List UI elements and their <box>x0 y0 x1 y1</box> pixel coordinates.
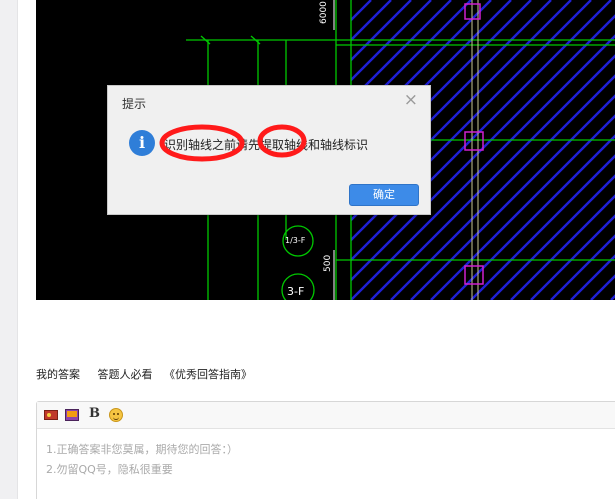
dimension-label-6000: 6000 <box>319 1 329 24</box>
info-icon: i <box>129 130 155 156</box>
dialog-title: 提示 <box>122 97 147 111</box>
answer-editor[interactable]: B 1.正确答案非您莫属，期待您的回答：） 2.勿留QQ号，隐私很重要 <box>36 401 615 499</box>
axis-label-3-f: 3-F <box>287 285 305 298</box>
placeholder-line-1: 1.正确答案非您莫属，期待您的回答：） <box>46 443 238 456</box>
editor-toolbar: B <box>37 402 615 429</box>
tab-my-answer[interactable]: 我的答案 <box>36 368 80 381</box>
axis-label-1-3-f: 1/3-F <box>285 236 306 245</box>
link-must-read[interactable]: 答题人必看 <box>98 368 153 381</box>
emoji-icon[interactable] <box>109 408 123 422</box>
bold-button[interactable]: B <box>89 406 100 421</box>
ok-button[interactable]: 确定 <box>349 184 419 206</box>
close-icon[interactable]: × <box>404 90 418 110</box>
hint-dialog: 提示 × i 识别轴线之前请先提取轴线和轴线标识 确定 <box>107 85 431 215</box>
editor-placeholder: 1.正确答案非您莫属，期待您的回答：） 2.勿留QQ号，隐私很重要 <box>46 440 238 480</box>
link-answer-guide[interactable]: 《优秀回答指南》 <box>164 368 252 381</box>
video-icon[interactable] <box>65 408 80 422</box>
dimension-label-500: 500 <box>323 254 333 272</box>
dialog-message: 识别轴线之前请先提取轴线和轴线标识 <box>164 138 369 152</box>
placeholder-line-2: 2.勿留QQ号，隐私很重要 <box>46 463 173 476</box>
left-gutter <box>0 0 18 499</box>
image-icon[interactable] <box>44 408 59 422</box>
answer-tabs: 我的答案 答题人必看 《优秀回答指南》 <box>36 366 266 382</box>
